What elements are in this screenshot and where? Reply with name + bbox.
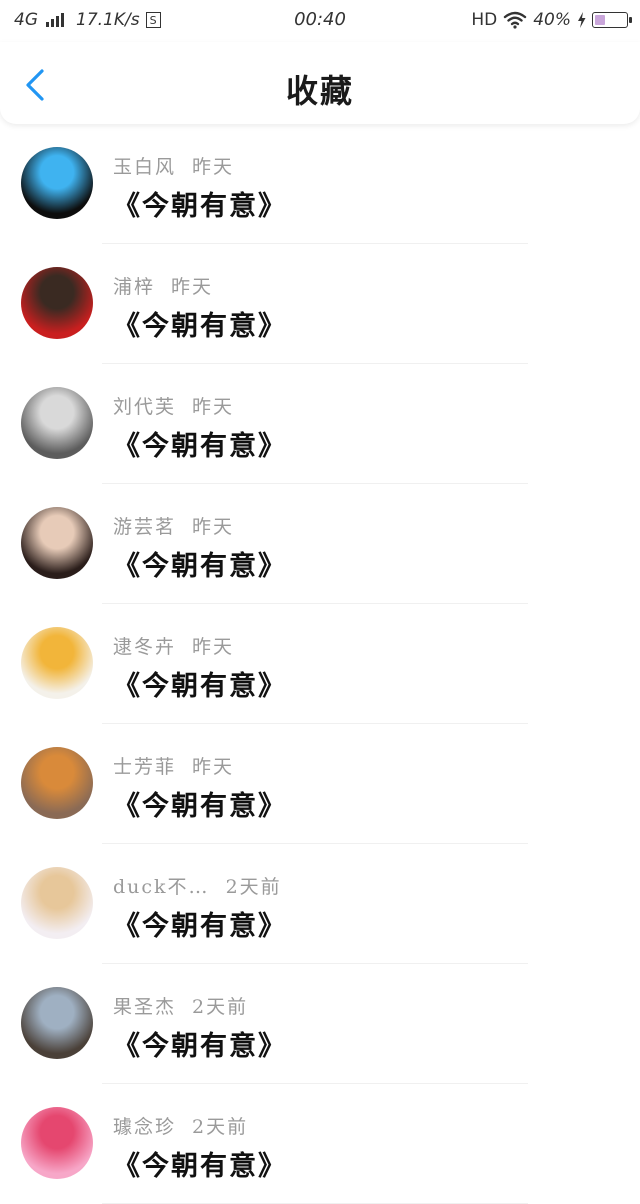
user-name[interactable]: 果圣杰 [113, 996, 176, 1018]
item-meta: duck不… 2天前 [113, 872, 282, 899]
battery-percent: 40% [533, 10, 571, 30]
timestamp: 昨天 [192, 156, 235, 178]
list-item[interactable]: 逮冬卉 昨天 《今朝有意》 [0, 604, 640, 724]
list-item[interactable]: 游芸茗 昨天 《今朝有意》 [0, 484, 640, 604]
item-meta: 璩念珍 2天前 [113, 1112, 248, 1139]
battery-icon [592, 12, 632, 28]
user-name[interactable]: 玉白风 [113, 156, 176, 178]
item-meta: 逮冬卉 昨天 [113, 632, 234, 659]
item-meta: 刘代芙 昨天 [113, 392, 234, 419]
work-title: 《今朝有意》 [113, 1151, 287, 1182]
list-item[interactable]: 璩念珍 2天前 《今朝有意》 [0, 1084, 640, 1204]
work-title: 《今朝有意》 [113, 311, 287, 342]
item-meta: 玉白风 昨天 [113, 152, 234, 179]
avatar[interactable] [21, 267, 93, 339]
list-item[interactable]: 果圣杰 2天前 《今朝有意》 [0, 964, 640, 1084]
user-name[interactable]: duck不… [113, 876, 210, 898]
favorites-list: 玉白风 昨天 《今朝有意》 浦梓 昨天 《今朝有意》 刘代芙 昨天 《今朝有意》 游芸… [0, 124, 640, 1204]
item-meta: 士芳菲 昨天 [113, 752, 234, 779]
user-name[interactable]: 浦梓 [113, 276, 155, 298]
status-bar: 4G 17.1K/s S 00:40 HD 40% [0, 0, 640, 42]
user-name[interactable]: 逮冬卉 [113, 636, 176, 658]
timestamp: 2天前 [192, 996, 249, 1018]
wifi-icon [504, 11, 527, 29]
timestamp: 2天前 [192, 1116, 249, 1138]
list-item[interactable]: 浦梓 昨天 《今朝有意》 [0, 244, 640, 364]
charging-icon [578, 12, 586, 28]
list-item[interactable]: 士芳菲 昨天 《今朝有意》 [0, 724, 640, 844]
timestamp: 昨天 [192, 516, 235, 538]
avatar[interactable] [21, 147, 93, 219]
item-meta: 浦梓 昨天 [113, 272, 213, 299]
user-name[interactable]: 璩念珍 [113, 1116, 176, 1138]
list-item[interactable]: 玉白风 昨天 《今朝有意》 [0, 124, 640, 244]
avatar[interactable] [21, 1107, 93, 1179]
user-name[interactable]: 士芳菲 [113, 756, 176, 778]
work-title: 《今朝有意》 [113, 431, 287, 462]
avatar[interactable] [21, 867, 93, 939]
user-name[interactable]: 刘代芙 [113, 396, 176, 418]
timestamp: 昨天 [192, 396, 235, 418]
work-title: 《今朝有意》 [113, 911, 287, 942]
hd-indicator: HD [471, 10, 498, 30]
avatar[interactable] [21, 987, 93, 1059]
work-title: 《今朝有意》 [113, 1031, 287, 1062]
header-bar: 收藏 [0, 42, 640, 124]
avatar[interactable] [21, 507, 93, 579]
timestamp: 昨天 [171, 276, 214, 298]
item-meta: 果圣杰 2天前 [113, 992, 248, 1019]
work-title: 《今朝有意》 [113, 791, 287, 822]
work-title: 《今朝有意》 [113, 671, 287, 702]
status-right: HD 40% [471, 10, 632, 30]
timestamp: 昨天 [192, 756, 235, 778]
list-item[interactable]: duck不… 2天前 《今朝有意》 [0, 844, 640, 964]
timestamp: 2天前 [225, 876, 282, 898]
avatar[interactable] [21, 387, 93, 459]
work-title: 《今朝有意》 [113, 551, 287, 582]
item-meta: 游芸茗 昨天 [113, 512, 234, 539]
page-title: 收藏 [285, 72, 354, 110]
avatar[interactable] [21, 627, 93, 699]
timestamp: 昨天 [192, 636, 235, 658]
work-title: 《今朝有意》 [113, 191, 287, 222]
user-name[interactable]: 游芸茗 [113, 516, 176, 538]
list-item[interactable]: 刘代芙 昨天 《今朝有意》 [0, 364, 640, 484]
battery-level [595, 15, 605, 25]
avatar[interactable] [21, 747, 93, 819]
